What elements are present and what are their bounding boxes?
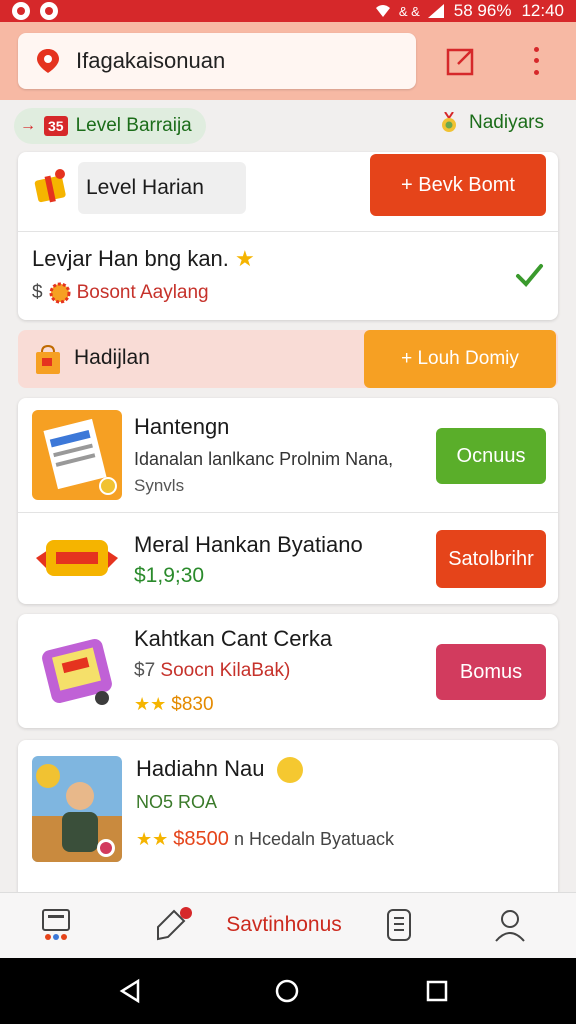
reward-list-card: Hantengn Idanalan lanlkanc Prolnim Nana,… [18,398,558,604]
medal-icon [442,112,457,132]
nav-bonus-label[interactable]: Savtinhonus [214,905,354,945]
receipt-icon [387,909,411,941]
daily-level-title-text: Levjar Han bng kan. [32,246,229,271]
shopping-bag-icon [36,344,60,374]
daily-level-subtitle: $ Bosont Aaylang [32,282,209,304]
emoji-icon [276,757,303,784]
item-rating-price: ★★ $8500 n Hcedaln Byatuack [136,828,394,851]
recents-icon[interactable] [424,978,450,1004]
rewards-label: Nadiyars [469,112,544,133]
item-thumbnail[interactable] [32,626,122,716]
item-title: Hadiahn Nau [136,756,303,784]
tag-icon [157,907,192,941]
level-bonus-button[interactable]: + Bevk Bomt [370,154,546,216]
system-navigation-bar [0,958,576,1024]
profile-icon [495,910,525,942]
search-text: Ifagakaisonuan [76,48,226,73]
item-title: Kahtkan Cant Cerka [134,626,333,651]
star-icon: ★ [235,246,255,271]
reward-card: Kahtkan Cant Cerka $7 Soocn KilaBak) ★★ … [18,614,558,728]
item-action-button[interactable]: Satolbrihr [436,530,546,588]
status-bar: & & 58 96% 12:40 [0,0,576,22]
nav-tag[interactable] [152,905,196,945]
level-card-header: Level Harian + Bevk Bomt [18,152,558,232]
rating-stars-icon: ★★ [136,829,169,849]
phone-coupon-icon [42,639,112,705]
dashboard-icon [42,909,70,940]
item-description: Idanalan lanlkanc Prolnim Nana, [134,449,394,469]
item-price: $1,9;30 [134,564,205,587]
app-notification-icon-2 [40,2,58,20]
level-card: Level Harian + Bevk Bomt Levjar Han bng … [18,152,558,320]
edit-icon[interactable] [444,44,478,78]
list-divider [18,512,558,513]
check-icon [516,264,543,287]
item-meta: Synvls [134,476,185,495]
item-title-text: Hadiahn Nau [136,756,265,781]
level-harian-chip[interactable]: Level Harian [78,162,246,214]
rewards-section-title: Hadijlan [74,346,150,369]
ribbon-badge-icon [36,540,118,576]
nav-home[interactable] [38,905,74,945]
app-notification-icon [12,2,30,20]
ticket-book-icon [43,418,117,495]
item-bonus-button[interactable]: Bomus [436,644,546,700]
item-rating-price-value: $8500 [173,828,229,850]
item-thumbnail[interactable] [32,528,122,588]
item-rating-price: ★★ $830 [134,694,214,716]
item-description-text: Soocn KilaBak) [160,660,291,681]
item-claim-button[interactable]: Ocnuus [436,428,546,484]
coin-burst-icon [49,282,71,304]
clock: 12:40 [521,1,564,20]
item-rating-price-value: $830 [171,694,214,715]
network-label: & & [398,3,420,19]
arrow-icon: → [20,117,36,134]
currency-symbol: $ [32,282,43,303]
more-menu-button[interactable] [526,44,546,78]
item-code: NO5 ROA [136,792,218,812]
battery-text: 58 96% [453,1,512,20]
location-pin-icon [37,49,59,73]
wifi-icon [375,5,390,17]
back-icon[interactable] [118,978,144,1004]
item-description: $7 Soocn KilaBak) [134,660,290,682]
reward-card: Hadiahn Nau NO5 ROA ★★ $8500 n Hcedaln B… [18,740,558,900]
app-header: Ifagakaisonuan [0,22,576,100]
search-field[interactable]: Ifagakaisonuan [18,33,416,89]
rewards-link[interactable]: Nadiyars [439,112,544,134]
rewards-section-header: Hadijlan + Louh Domiy [18,330,558,388]
level-number: 35 [44,116,68,136]
item-rating-suffix: n Hcedaln Byatuack [233,829,395,849]
person-photo-icon [32,764,122,862]
rating-stars-icon: ★★ [134,694,167,714]
nav-receipt[interactable] [384,905,414,945]
home-icon[interactable] [274,978,300,1004]
gift-box-icon [34,169,66,203]
level-subbar: → 35 Level Barraija Nadiyars [0,100,576,152]
daily-level-title: Levjar Han bng kan. ★ [32,246,255,272]
item-thumbnail[interactable] [32,756,122,862]
rewards-action-button[interactable]: + Louh Domiy [364,330,556,388]
daily-level-subtitle-text: Bosont Aaylang [76,282,209,303]
item-currency: $7 [134,660,156,681]
nav-profile[interactable] [492,905,528,945]
level-label: Level Barraija [75,115,192,136]
level-chip[interactable]: → 35 Level Barraija [14,108,206,144]
item-title: Hantengn [134,414,230,439]
bottom-navigation: Savtinhonus [0,892,576,958]
item-thumbnail[interactable] [32,410,122,500]
item-title: Meral Hankan Byatiano [134,532,363,557]
signal-icon [427,4,444,18]
level-harian-label: Level Harian [86,176,204,199]
